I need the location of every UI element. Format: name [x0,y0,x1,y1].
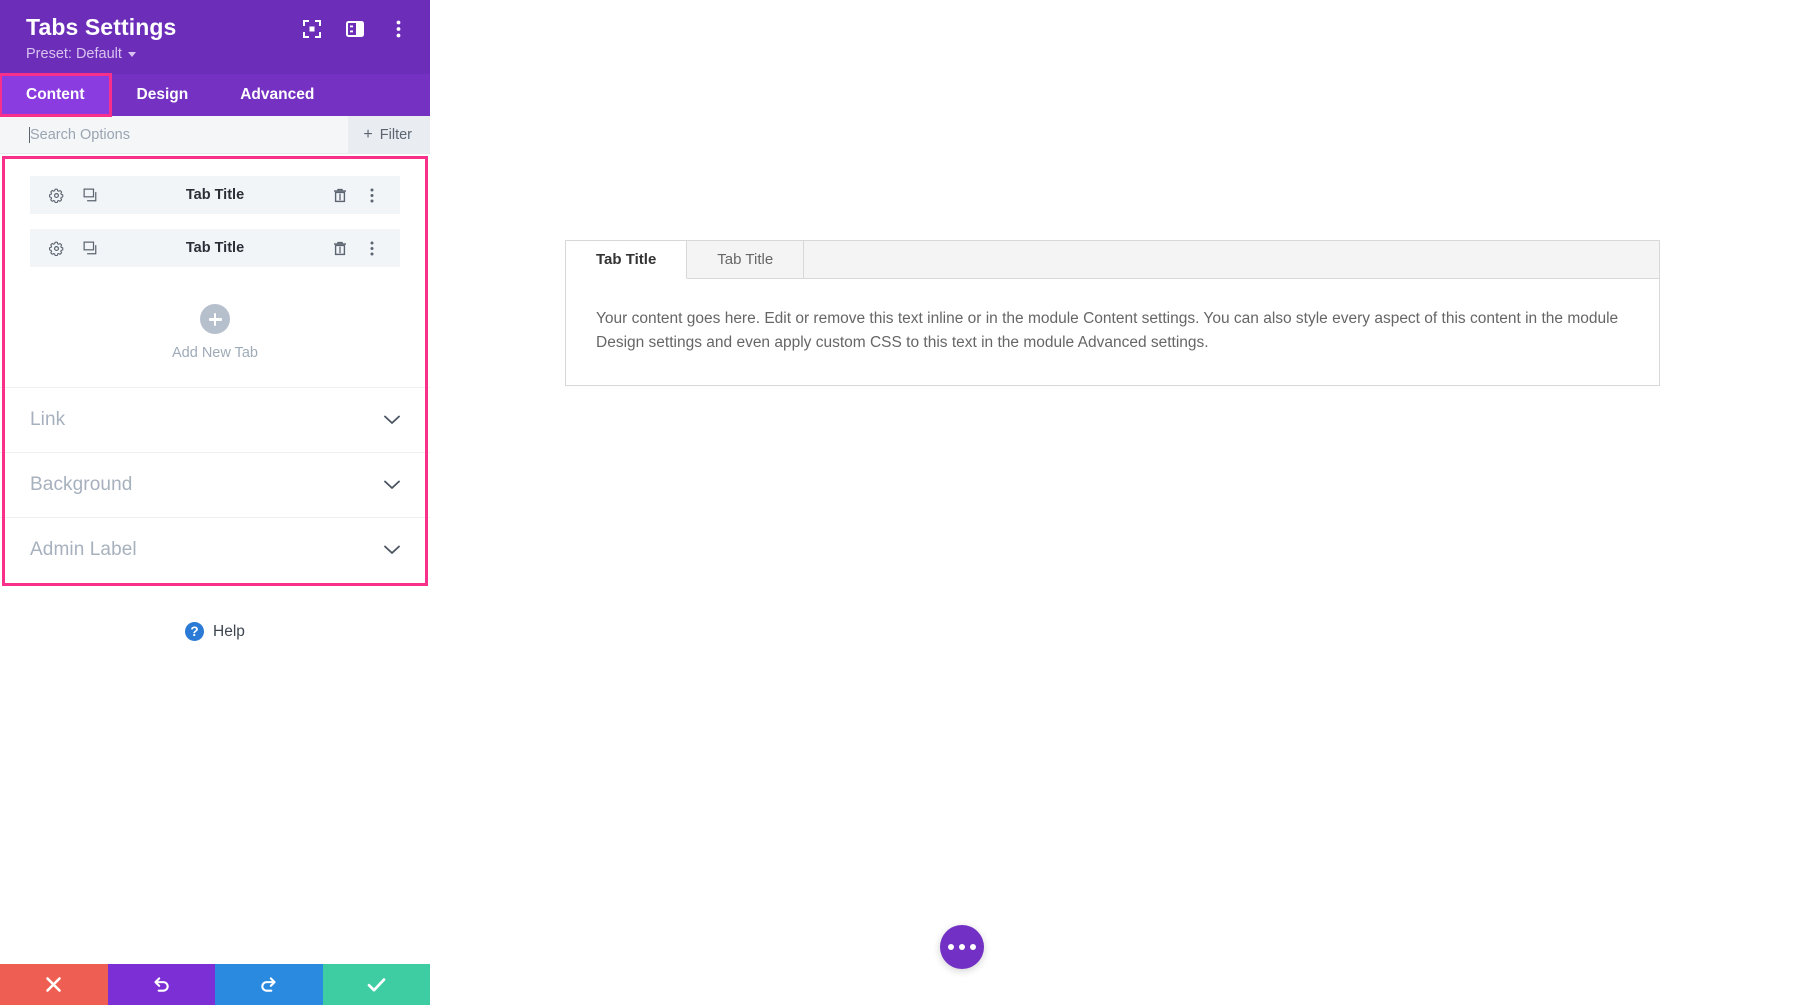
vertical-dots-icon[interactable] [388,19,408,39]
duplicate-icon[interactable] [82,187,98,203]
tab-design-label: Design [136,86,189,104]
builder-menu-button[interactable] [940,925,984,969]
layout-panel-icon[interactable] [345,19,365,39]
search-bar: + Filter [0,116,430,155]
gear-icon[interactable] [48,240,64,256]
preview-tab-1-label: Tab Title [596,251,657,268]
accordion-background-label: Background [30,474,133,496]
panel-header: Tabs Settings Preset: Default [0,0,430,75]
save-button[interactable] [322,964,430,1005]
add-new-tab-label: Add New Tab [172,345,258,362]
plus-icon: + [363,125,373,143]
action-bar [0,964,430,1005]
text-cursor [29,127,30,144]
accordion-background[interactable]: Background [0,452,430,517]
accordion-link[interactable]: Link [0,387,430,452]
chevron-down-icon [127,51,136,57]
chevron-down-icon [384,415,400,425]
gear-icon[interactable] [48,187,64,203]
preview-area: Tab Title Tab Title Your content goes he… [430,0,1800,1005]
trash-icon[interactable] [332,240,348,256]
preview-tab-2[interactable]: Tab Title [687,241,805,278]
cancel-button[interactable] [0,964,108,1005]
divi-builder-screen: Tabs Settings Preset: Default Content De… [0,0,1800,1005]
search-input[interactable] [30,126,349,143]
plus-icon [200,304,230,335]
table-row[interactable]: Tab Title [30,229,400,268]
vertical-dots-icon[interactable] [364,187,380,203]
tab-advanced[interactable]: Advanced [214,74,340,116]
table-row[interactable]: Tab Title [30,176,400,215]
preview-tab-2-label: Tab Title [717,251,774,268]
accordion-admin-label-label: Admin Label [30,539,137,561]
accordion-link-label: Link [30,409,66,431]
accordion-admin-label[interactable]: Admin Label [0,517,430,582]
chevron-down-icon [384,480,400,490]
settings-tabstrip: Content Design Advanced [0,73,430,118]
dot-icon [959,944,965,950]
settings-panel: Tabs Settings Preset: Default Content De… [0,0,430,1005]
question-mark-icon: ? [185,622,205,642]
preset-selector[interactable]: Preset: Default [26,46,176,62]
panel-body: Tab Title Tab Title Add New Tab Link Bac… [0,154,430,964]
tab-advanced-label: Advanced [240,86,315,104]
undo-button[interactable] [107,964,215,1005]
dot-icon [970,944,976,950]
page-title: Tabs Settings [26,14,177,40]
tab-items-group: Tab Title Tab Title Add New Tab [0,154,430,387]
redo-button[interactable] [215,964,323,1005]
add-new-tab-button[interactable]: Add New Tab [30,282,400,387]
chevron-down-icon [384,545,400,555]
tab-design[interactable]: Design [111,74,215,116]
tabs-nav: Tab Title Tab Title [566,241,1659,279]
filter-button[interactable]: + Filter [348,116,430,154]
tabs-module: Tab Title Tab Title Your content goes he… [565,240,1660,387]
tabs-content-text: Your content goes here. Edit or remove t… [596,310,1619,352]
tabs-content: Your content goes here. Edit or remove t… [566,279,1659,385]
vertical-dots-icon[interactable] [364,240,380,256]
filter-label: Filter [379,126,412,143]
preset-label: Preset: Default [26,46,122,63]
tab-content[interactable]: Content [0,73,112,118]
duplicate-icon[interactable] [82,240,98,256]
tab-content-label: Content [26,86,85,104]
trash-icon[interactable] [332,187,348,203]
help-label: Help [213,622,245,640]
preview-tab-1[interactable]: Tab Title [566,241,688,279]
dot-icon [948,944,954,950]
help-button[interactable]: ? Help [0,582,430,642]
focus-target-icon[interactable] [302,19,322,39]
